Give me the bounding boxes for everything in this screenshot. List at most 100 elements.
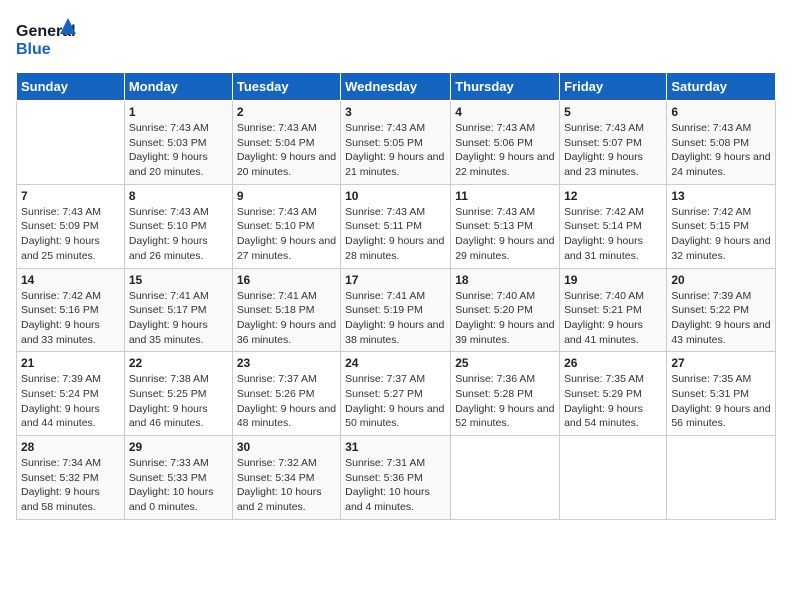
daylight-text: Daylight: 9 hours and 54 minutes. <box>564 402 662 431</box>
sunrise-text: Sunrise: 7:39 AM <box>671 289 771 304</box>
sunset-text: Sunset: 5:20 PM <box>455 303 555 318</box>
day-info: Sunrise: 7:43 AMSunset: 5:11 PMDaylight:… <box>345 205 446 264</box>
day-info: Sunrise: 7:43 AMSunset: 5:13 PMDaylight:… <box>455 205 555 264</box>
day-info: Sunrise: 7:43 AMSunset: 5:03 PMDaylight:… <box>129 121 228 180</box>
sunset-text: Sunset: 5:06 PM <box>455 136 555 151</box>
day-number: 7 <box>21 189 120 203</box>
sunset-text: Sunset: 5:36 PM <box>345 471 446 486</box>
day-number: 14 <box>21 273 120 287</box>
day-info: Sunrise: 7:37 AMSunset: 5:26 PMDaylight:… <box>237 372 336 431</box>
day-cell <box>451 436 560 520</box>
sunrise-text: Sunrise: 7:38 AM <box>129 372 228 387</box>
day-number: 24 <box>345 356 446 370</box>
daylight-text: Daylight: 9 hours and 25 minutes. <box>21 234 120 263</box>
day-info: Sunrise: 7:40 AMSunset: 5:21 PMDaylight:… <box>564 289 662 348</box>
sunrise-text: Sunrise: 7:40 AM <box>455 289 555 304</box>
day-cell: 9 Sunrise: 7:43 AMSunset: 5:10 PMDaylight… <box>232 184 340 268</box>
day-number: 4 <box>455 105 555 119</box>
day-cell: 16Sunrise: 7:41 AMSunset: 5:18 PMDayligh… <box>232 268 340 352</box>
daylight-text: Daylight: 9 hours and 36 minutes. <box>237 318 336 347</box>
sunset-text: Sunset: 5:03 PM <box>129 136 228 151</box>
header-cell-saturday: Saturday <box>667 73 776 101</box>
sunset-text: Sunset: 5:28 PM <box>455 387 555 402</box>
sunset-text: Sunset: 5:10 PM <box>129 219 228 234</box>
daylight-text: Daylight: 9 hours and 26 minutes. <box>129 234 228 263</box>
day-info: Sunrise: 7:43 AMSunset: 5:04 PMDaylight:… <box>237 121 336 180</box>
day-number: 18 <box>455 273 555 287</box>
day-number: 9 <box>237 189 336 203</box>
day-info: Sunrise: 7:42 AMSunset: 5:15 PMDaylight:… <box>671 205 771 264</box>
week-row-4: 21 Sunrise: 7:39 AMSunset: 5:24 PMDayligh… <box>17 352 776 436</box>
sunrise-text: Sunrise: 7:42 AM <box>21 289 120 304</box>
sunset-text: Sunset: 5:18 PM <box>237 303 336 318</box>
daylight-text: Daylight: 9 hours and 44 minutes. <box>21 402 120 431</box>
sunrise-text: Sunrise: 7:33 AM <box>129 456 228 471</box>
daylight-text: Daylight: 9 hours and 35 minutes. <box>129 318 228 347</box>
day-info: Sunrise: 7:43 AMSunset: 5:10 PMDaylight:… <box>237 205 336 264</box>
day-cell: 29Sunrise: 7:33 AMSunset: 5:33 PMDayligh… <box>124 436 232 520</box>
day-cell <box>667 436 776 520</box>
daylight-text: Daylight: 9 hours and 20 minutes. <box>129 150 228 179</box>
day-cell: 3 Sunrise: 7:43 AMSunset: 5:05 PMDaylight… <box>341 101 451 185</box>
calendar-table: SundayMondayTuesdayWednesdayThursdayFrid… <box>16 72 776 520</box>
sunset-text: Sunset: 5:32 PM <box>21 471 120 486</box>
daylight-text: Daylight: 9 hours and 28 minutes. <box>345 234 446 263</box>
daylight-text: Daylight: 9 hours and 22 minutes. <box>455 150 555 179</box>
day-cell: 30Sunrise: 7:32 AMSunset: 5:34 PMDayligh… <box>232 436 340 520</box>
day-info: Sunrise: 7:43 AMSunset: 5:08 PMDaylight:… <box>671 121 771 180</box>
daylight-text: Daylight: 9 hours and 43 minutes. <box>671 318 771 347</box>
day-cell: 5Sunrise: 7:43 AMSunset: 5:07 PMDaylight… <box>560 101 667 185</box>
sunrise-text: Sunrise: 7:42 AM <box>671 205 771 220</box>
sunrise-text: Sunrise: 7:41 AM <box>129 289 228 304</box>
day-number: 20 <box>671 273 771 287</box>
sunrise-text: Sunrise: 7:32 AM <box>237 456 336 471</box>
sunset-text: Sunset: 5:16 PM <box>21 303 120 318</box>
day-info: Sunrise: 7:41 AMSunset: 5:17 PMDaylight:… <box>129 289 228 348</box>
sunrise-text: Sunrise: 7:43 AM <box>455 121 555 136</box>
day-info: Sunrise: 7:38 AMSunset: 5:25 PMDaylight:… <box>129 372 228 431</box>
day-number: 1 <box>129 105 228 119</box>
day-info: Sunrise: 7:43 AMSunset: 5:05 PMDaylight:… <box>345 121 446 180</box>
daylight-text: Daylight: 9 hours and 31 minutes. <box>564 234 662 263</box>
sunset-text: Sunset: 5:14 PM <box>564 219 662 234</box>
sunrise-text: Sunrise: 7:43 AM <box>21 205 120 220</box>
sunrise-text: Sunrise: 7:39 AM <box>21 372 120 387</box>
day-cell: 24Sunrise: 7:37 AMSunset: 5:27 PMDayligh… <box>341 352 451 436</box>
day-cell: 14Sunrise: 7:42 AMSunset: 5:16 PMDayligh… <box>17 268 125 352</box>
day-info: Sunrise: 7:43 AMSunset: 5:07 PMDaylight:… <box>564 121 662 180</box>
day-cell: 21 Sunrise: 7:39 AMSunset: 5:24 PMDayligh… <box>17 352 125 436</box>
daylight-text: Daylight: 9 hours and 58 minutes. <box>21 485 120 514</box>
sunset-text: Sunset: 5:17 PM <box>129 303 228 318</box>
sunset-text: Sunset: 5:10 PM <box>237 219 336 234</box>
day-number: 21 <box>21 356 120 370</box>
day-cell: 19 Sunrise: 7:40 AMSunset: 5:21 PMDayligh… <box>560 268 667 352</box>
day-cell: 10Sunrise: 7:43 AMSunset: 5:11 PMDayligh… <box>341 184 451 268</box>
sunrise-text: Sunrise: 7:40 AM <box>564 289 662 304</box>
week-row-1: 1Sunrise: 7:43 AMSunset: 5:03 PMDaylight… <box>17 101 776 185</box>
header-cell-sunday: Sunday <box>17 73 125 101</box>
day-number: 19 <box>564 273 662 287</box>
day-info: Sunrise: 7:39 AMSunset: 5:24 PMDaylight:… <box>21 372 120 431</box>
day-info: Sunrise: 7:42 AMSunset: 5:14 PMDaylight:… <box>564 205 662 264</box>
day-info: Sunrise: 7:43 AMSunset: 5:06 PMDaylight:… <box>455 121 555 180</box>
sunrise-text: Sunrise: 7:43 AM <box>237 121 336 136</box>
day-number: 27 <box>671 356 771 370</box>
header-row: SundayMondayTuesdayWednesdayThursdayFrid… <box>17 73 776 101</box>
sunset-text: Sunset: 5:31 PM <box>671 387 771 402</box>
day-number: 15 <box>129 273 228 287</box>
header-cell-friday: Friday <box>560 73 667 101</box>
day-cell: 31Sunrise: 7:31 AMSunset: 5:36 PMDayligh… <box>341 436 451 520</box>
day-cell: 17Sunrise: 7:41 AMSunset: 5:19 PMDayligh… <box>341 268 451 352</box>
day-cell <box>17 101 125 185</box>
day-info: Sunrise: 7:40 AMSunset: 5:20 PMDaylight:… <box>455 289 555 348</box>
sunrise-text: Sunrise: 7:43 AM <box>671 121 771 136</box>
daylight-text: Daylight: 9 hours and 56 minutes. <box>671 402 771 431</box>
day-number: 17 <box>345 273 446 287</box>
daylight-text: Daylight: 9 hours and 48 minutes. <box>237 402 336 431</box>
day-number: 28 <box>21 440 120 454</box>
day-info: Sunrise: 7:36 AMSunset: 5:28 PMDaylight:… <box>455 372 555 431</box>
sunset-text: Sunset: 5:25 PM <box>129 387 228 402</box>
day-number: 3 <box>345 105 446 119</box>
day-number: 11 <box>455 189 555 203</box>
day-cell: 12Sunrise: 7:42 AMSunset: 5:14 PMDayligh… <box>560 184 667 268</box>
